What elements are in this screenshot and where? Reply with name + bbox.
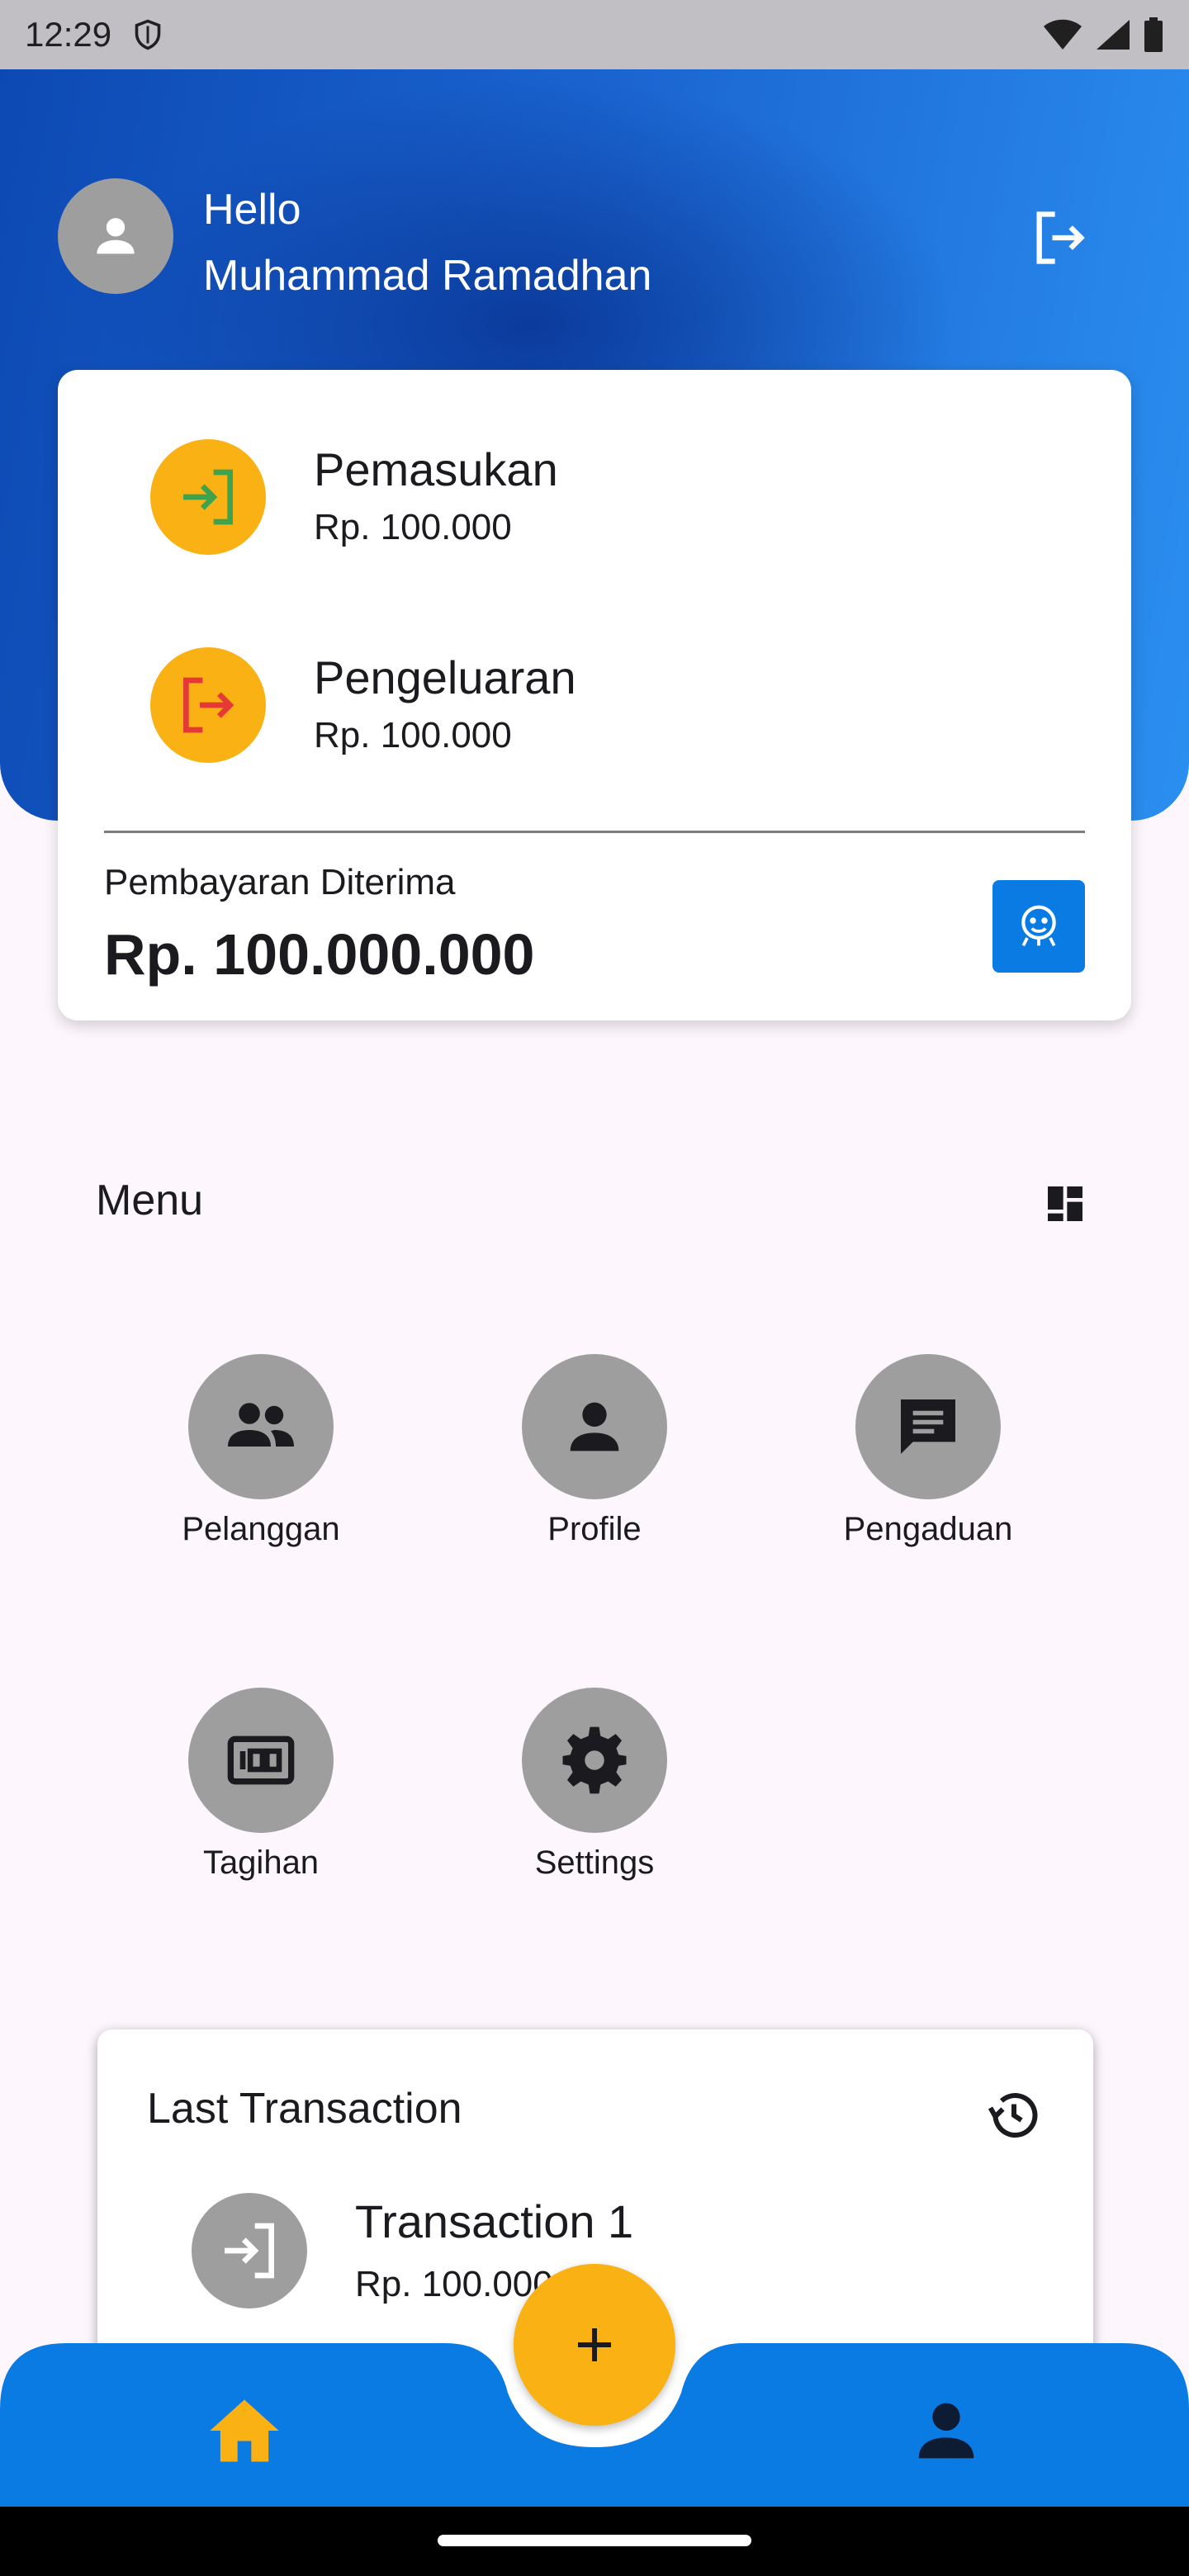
wifi-icon: [1044, 19, 1082, 50]
greeting-text: Hello: [203, 186, 301, 234]
menu-item-pengaduan[interactable]: Pengaduan: [829, 1354, 1027, 1548]
menu-item-pelanggan[interactable]: Pelanggan: [162, 1354, 360, 1548]
menu-item-profile[interactable]: Profile: [495, 1354, 694, 1548]
menu-label: Settings: [534, 1844, 655, 1881]
dashboard-grid-icon[interactable]: [1042, 1181, 1088, 1227]
menu-label: Tagihan: [202, 1844, 320, 1881]
menu-title: Menu: [96, 1177, 204, 1224]
history-icon[interactable]: [984, 2086, 1044, 2145]
last-transaction-title: Last Transaction: [147, 2085, 462, 2133]
expense-label: Pengeluaran: [314, 651, 576, 703]
menu-icon-circle: [188, 1354, 334, 1499]
avatar[interactable]: [58, 178, 173, 294]
payment-button[interactable]: [992, 880, 1085, 973]
menu-item-tagihan[interactable]: Tagihan: [162, 1688, 360, 1882]
logout-icon[interactable]: [1029, 206, 1092, 269]
expense-value: Rp. 100.000: [314, 715, 512, 755]
money-100-icon: [227, 1735, 295, 1785]
home-icon[interactable]: [203, 2389, 286, 2472]
payment-label: Pembayaran Diterima: [104, 862, 456, 902]
income-row[interactable]: Pemasukan Rp. 100.000: [150, 439, 558, 555]
people-icon: [228, 1403, 294, 1447]
menu-label: Pengaduan: [843, 1511, 1013, 1547]
signal-icon: [1097, 20, 1130, 50]
shield-icon: [135, 19, 161, 50]
summary-card: Pemasukan Rp. 100.000 Pengeluaran Rp. 10…: [58, 370, 1131, 1020]
income-label: Pemasukan: [314, 443, 558, 495]
menu-icon-circle: [855, 1354, 1001, 1499]
payment-amount: Rp. 100.000.000: [104, 922, 535, 987]
login-icon: [225, 2223, 274, 2279]
status-time: 12:29: [25, 15, 112, 54]
login-icon: [183, 469, 233, 525]
transaction-value: Rp. 100.000: [355, 2264, 553, 2304]
income-value: Rp. 100.000: [314, 507, 512, 547]
menu-icon-circle: [522, 1688, 667, 1833]
menu-item-settings[interactable]: Settings: [495, 1688, 694, 1882]
expense-row[interactable]: Pengeluaran Rp. 100.000: [150, 647, 576, 763]
gesture-handle[interactable]: [438, 2535, 751, 2546]
status-bar: 12:29: [0, 0, 1189, 69]
plus-icon: [578, 2328, 611, 2361]
menu-icon-circle: [188, 1688, 334, 1833]
menu-icon-circle: [522, 1354, 667, 1499]
face-scan-icon: [1021, 905, 1056, 947]
menu-label: Profile: [547, 1511, 642, 1547]
chat-icon: [901, 1399, 955, 1454]
menu-label: Pelanggan: [182, 1511, 340, 1547]
transaction-title[interactable]: Transaction 1: [355, 2195, 633, 2248]
transaction-icon-circle: [192, 2193, 307, 2308]
status-icons: [1042, 17, 1164, 52]
expense-icon-circle: [150, 647, 266, 763]
add-fab-button[interactable]: [514, 2264, 675, 2426]
person-icon[interactable]: [905, 2389, 988, 2472]
person-icon: [570, 1402, 619, 1451]
avatar-person-icon: [97, 218, 135, 254]
user-name: Muhammad Ramadhan: [203, 252, 652, 300]
greeting-block: Hello Muhammad Ramadhan: [203, 177, 651, 309]
logout-icon: [183, 677, 234, 733]
card-divider: [104, 831, 1085, 833]
income-icon-circle: [150, 439, 266, 555]
battery-icon: [1144, 17, 1163, 52]
gear-icon: [562, 1726, 627, 1794]
